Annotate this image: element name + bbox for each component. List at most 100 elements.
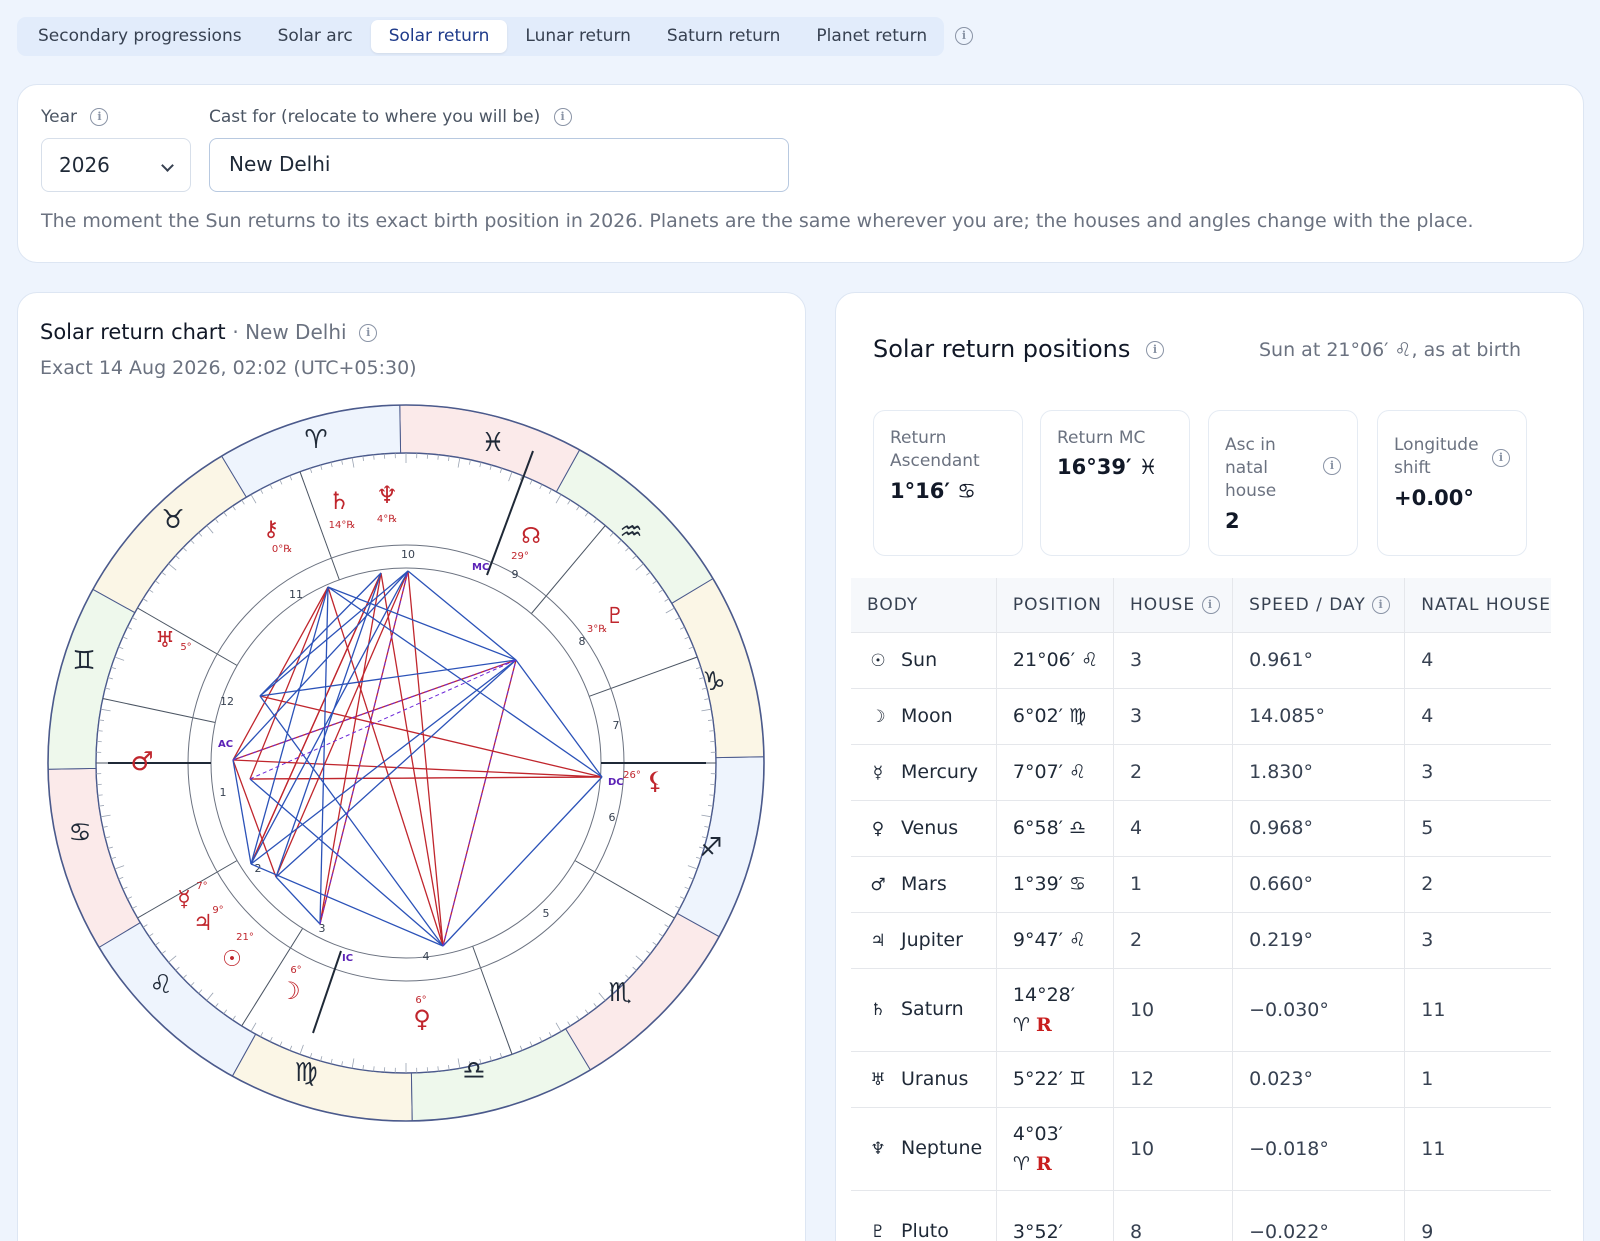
chart-type-tabs: Secondary progressions Solar arc Solar r… bbox=[17, 17, 944, 56]
uranus-icon: ♅ bbox=[155, 628, 175, 653]
stat-longitude-shift: Longitude shift i +0.00° bbox=[1377, 410, 1527, 556]
speed-info-icon[interactable]: i bbox=[1372, 595, 1391, 614]
cell-natal-house: 11 bbox=[1404, 1106, 1551, 1190]
north-node-icon: ☊ bbox=[521, 524, 541, 549]
planet-icon: ♇ bbox=[870, 1222, 886, 1241]
house-number: 7 bbox=[613, 719, 620, 732]
tab-lunar-return[interactable]: Lunar return bbox=[507, 20, 649, 53]
chiron-label: 0°℞ bbox=[272, 544, 292, 555]
cell-natal-house: 11 bbox=[1404, 967, 1551, 1051]
tab-planet-return[interactable]: Planet return bbox=[798, 20, 945, 53]
scorpio-icon: ♏ bbox=[608, 978, 631, 1008]
chart-info-icon[interactable]: i bbox=[359, 324, 378, 342]
house-number: 11 bbox=[289, 588, 303, 601]
house-number: 9 bbox=[512, 568, 519, 581]
return-description: The moment the Sun returns to its exact … bbox=[41, 210, 1474, 232]
cast-location-input[interactable]: New Delhi bbox=[209, 138, 789, 192]
degree-tick bbox=[709, 730, 715, 732]
cell-position: 7°07′ ♌ bbox=[996, 743, 1114, 800]
solar-return-positions-card: Solar return positions i Sun at 21°06′ ♌… bbox=[835, 292, 1584, 1241]
cell-speed: 0.660° bbox=[1232, 855, 1406, 912]
lilith-icon: ⚸ bbox=[646, 767, 664, 795]
planet-icon: ♃ bbox=[870, 931, 886, 951]
cell-house: 4 bbox=[1113, 799, 1234, 856]
stat-asc-natal-house: Asc in natal house i 2 bbox=[1208, 410, 1358, 556]
table-row: ♃ Jupiter 9°47′ ♌ 2 0.219° 3 bbox=[851, 911, 1551, 968]
planet-icon: ☽ bbox=[870, 707, 886, 727]
cell-speed: −0.030° bbox=[1232, 967, 1406, 1051]
house-number: 6 bbox=[609, 811, 616, 824]
degree-tick bbox=[373, 454, 375, 460]
pisces-icon: ♓ bbox=[481, 428, 504, 458]
cell-position: 5°22′ ♊ bbox=[996, 1050, 1114, 1107]
sun-icon: ☉ bbox=[222, 947, 242, 972]
planet-name: Sun bbox=[901, 649, 938, 671]
aquarius-icon: ♒ bbox=[619, 517, 642, 547]
jupiter-label: 9° bbox=[212, 905, 223, 916]
aries-icon: ♈ bbox=[304, 425, 327, 455]
moon-icon: ☽ bbox=[279, 977, 301, 1005]
tab-solar-return[interactable]: Solar return bbox=[370, 20, 508, 53]
cell-position: 14°28′ ♈ R bbox=[996, 967, 1114, 1051]
cast-info-icon[interactable]: i bbox=[553, 108, 572, 126]
cell-house: 1 bbox=[1113, 855, 1234, 912]
table-row: ☉ Sun 21°06′ ♌ 3 0.961° 4 bbox=[851, 631, 1551, 688]
libra-icon: ♎ bbox=[462, 1056, 485, 1086]
stat-return-mc: Return MC 16°39′ ♓ bbox=[1040, 410, 1190, 556]
house-number: 5 bbox=[543, 907, 550, 920]
stat-label: Return Ascendant bbox=[890, 428, 980, 471]
tabs-info-icon[interactable]: i bbox=[955, 27, 973, 45]
cell-position: 6°58′ ♎ bbox=[996, 799, 1114, 856]
cell-body: ♆ Neptune bbox=[851, 1106, 997, 1190]
house-info-icon[interactable]: i bbox=[1201, 595, 1220, 614]
cell-position: 6°02′ ♍ bbox=[996, 687, 1114, 744]
pluto-icon: ♇ bbox=[605, 604, 625, 629]
cell-house: 2 bbox=[1113, 911, 1234, 968]
cell-natal-house: 4 bbox=[1404, 631, 1551, 688]
year-select[interactable]: 2026 bbox=[41, 138, 191, 192]
degree-tick bbox=[97, 730, 103, 732]
tab-secondary-progressions[interactable]: Secondary progressions bbox=[20, 20, 260, 53]
position-sign: ♈ bbox=[1012, 1152, 1030, 1175]
stat-return-ascendant: Return Ascendant 1°16′ ♋ bbox=[873, 410, 1023, 556]
venus-icon: ♀ bbox=[413, 1005, 431, 1033]
cell-natal-house: 1 bbox=[1404, 1050, 1551, 1107]
year-label: Year i bbox=[41, 107, 109, 127]
house-number: 4 bbox=[423, 950, 430, 963]
longitude-info-icon[interactable]: i bbox=[1492, 449, 1510, 467]
chart-title: Solar return chart · New Delhi i bbox=[40, 320, 378, 344]
stat-value: 16°39′ ♓ bbox=[1057, 455, 1158, 479]
chiron-icon: ⚷ bbox=[263, 517, 279, 542]
cell-natal-house: 3 bbox=[1404, 743, 1551, 800]
tab-solar-arc[interactable]: Solar arc bbox=[260, 20, 371, 53]
mercury-label: 7° bbox=[196, 881, 207, 892]
col-position: POSITION bbox=[996, 578, 1114, 632]
col-house: HOUSE i bbox=[1113, 578, 1234, 632]
stat-label: Longitude shift bbox=[1394, 435, 1479, 478]
position-value: 5°22′ ♊ bbox=[1012, 1068, 1087, 1090]
mercury-icon: ☿ bbox=[177, 887, 191, 912]
asc-house-info-icon[interactable]: i bbox=[1323, 457, 1341, 475]
tab-saturn-return[interactable]: Saturn return bbox=[649, 20, 799, 53]
table-row: ♅ Uranus 5°22′ ♊ 12 0.023° 1 bbox=[851, 1050, 1551, 1107]
house-number: 8 bbox=[579, 635, 586, 648]
angle-ic: IC bbox=[342, 953, 353, 964]
planet-name: Uranus bbox=[901, 1068, 969, 1090]
cell-position: 21°06′ ♌ bbox=[996, 631, 1114, 688]
degree-tick bbox=[437, 1066, 439, 1072]
positions-info-icon[interactable]: i bbox=[1146, 341, 1165, 359]
col-house-text: HOUSE bbox=[1129, 594, 1196, 615]
year-select-value: 2026 bbox=[59, 153, 110, 177]
house-number: 12 bbox=[220, 695, 234, 708]
position-value: 14°28′ bbox=[1012, 983, 1076, 1006]
degree-tick bbox=[709, 794, 715, 796]
position-value: 3°52′ bbox=[1012, 1220, 1063, 1241]
capricorn-icon: ♑ bbox=[702, 667, 725, 697]
table-row: ♀ Venus 6°58′ ♎ 4 0.968° 5 bbox=[851, 799, 1551, 856]
uranus-label: 5° bbox=[180, 642, 191, 653]
cast-label: Cast for (relocate to where you will be)… bbox=[209, 107, 572, 127]
position-value: 4°03′ bbox=[1012, 1122, 1063, 1145]
year-info-icon[interactable]: i bbox=[90, 108, 109, 126]
stat-label: Asc in natal house bbox=[1225, 435, 1277, 501]
north-node-label: 29° bbox=[511, 551, 529, 562]
